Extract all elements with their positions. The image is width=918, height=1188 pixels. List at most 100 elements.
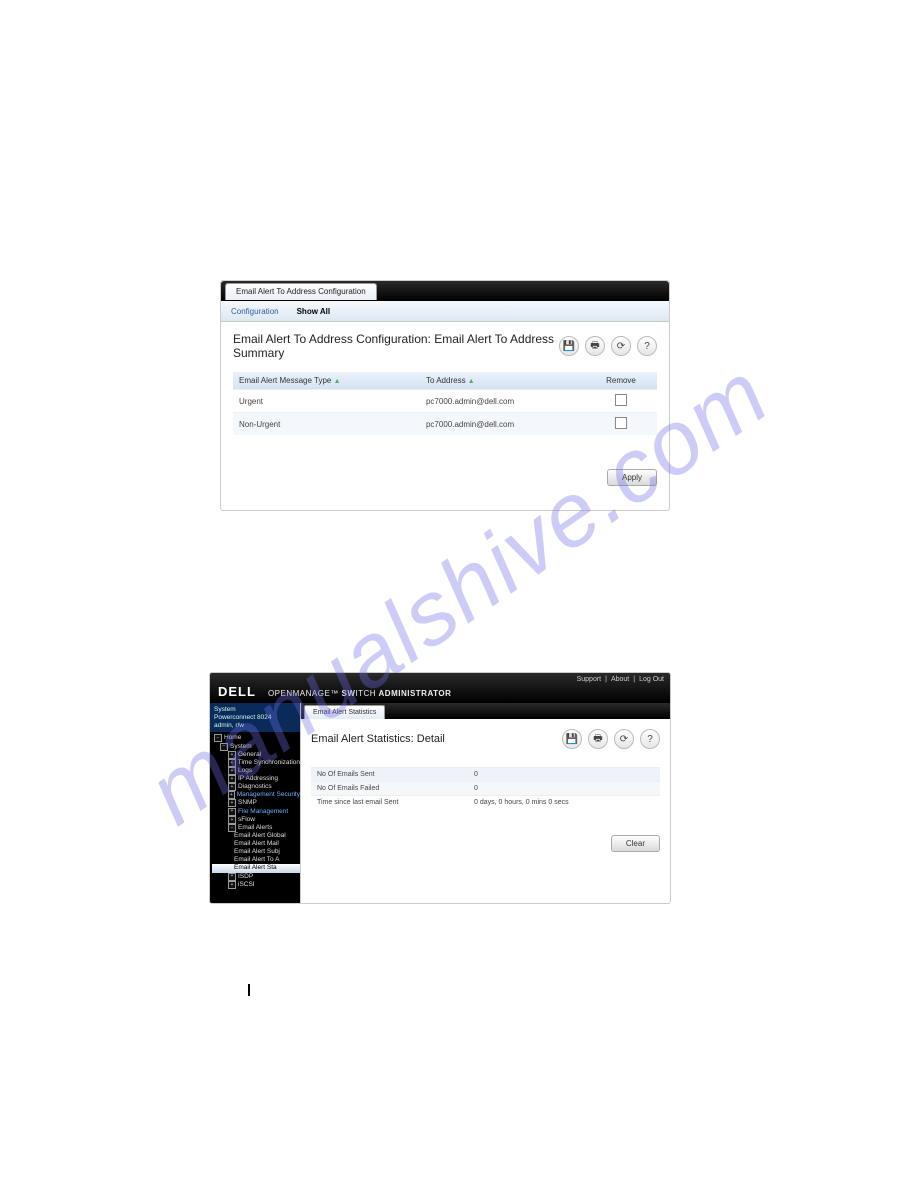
- tab-email-alert-statistics[interactable]: Email Alert Statistics: [304, 705, 385, 719]
- address-summary-table: Email Alert Message Type ▲ To Address ▲ …: [233, 372, 657, 435]
- nav-item-email-alert-subj[interactable]: Email Alert Subj: [212, 848, 300, 856]
- plus-icon[interactable]: +: [228, 816, 236, 824]
- table-row: No Of Emails Sent 0: [311, 768, 660, 782]
- stat-val: 0: [468, 768, 660, 782]
- apply-button[interactable]: Apply: [607, 469, 657, 486]
- nav-item-label: iSCSI: [238, 881, 255, 889]
- nav-item-sflow[interactable]: +sFlow: [212, 816, 300, 824]
- plus-icon[interactable]: +: [228, 791, 235, 799]
- save-icon[interactable]: 💾: [559, 336, 579, 356]
- nav-item-email-alert-global[interactable]: Email Alert Global: [212, 832, 300, 840]
- refresh-icon[interactable]: ⟳: [614, 729, 634, 749]
- sysinfo-line: System: [214, 706, 296, 714]
- nav-item-email-alert-mail[interactable]: Email Alert Mail: [212, 840, 300, 848]
- plus-icon[interactable]: +: [228, 881, 236, 889]
- subtab-configuration[interactable]: Configuration: [231, 307, 279, 316]
- sort-icon: ▲: [468, 378, 475, 385]
- sort-icon: ▲: [334, 378, 341, 385]
- nav-item-logs[interactable]: +Logs: [212, 767, 300, 775]
- sysinfo-line: admin, r/w: [214, 722, 296, 730]
- panel1-tabbar: Email Alert To Address Configuration: [221, 281, 669, 301]
- print-icon[interactable]: 🖶: [588, 729, 608, 749]
- cell-to: pc7000.admin@dell.com: [420, 390, 585, 413]
- minus-icon[interactable]: −: [220, 743, 228, 751]
- nav-item-diagnostics[interactable]: +Diagnostics: [212, 783, 300, 791]
- col-to-address[interactable]: To Address ▲: [420, 372, 585, 390]
- prod-itch: ITCH: [355, 689, 376, 698]
- plus-icon[interactable]: +: [228, 767, 236, 775]
- link-support[interactable]: Support: [577, 676, 602, 683]
- plus-icon[interactable]: +: [228, 799, 236, 807]
- print-icon[interactable]: 🖶: [585, 336, 605, 356]
- plus-icon[interactable]: +: [228, 808, 236, 816]
- clear-button[interactable]: Clear: [611, 835, 660, 852]
- stat-key: Time since last email Sent: [311, 796, 468, 810]
- tab-email-alert-address-config[interactable]: Email Alert To Address Configuration: [225, 283, 377, 300]
- nav-item-label: ISDP: [238, 873, 253, 881]
- email-alert-address-panel: Email Alert To Address Configuration Con…: [220, 280, 670, 511]
- nav-item-label: Management Security: [237, 791, 300, 799]
- cell-to: pc7000.admin@dell.com: [420, 413, 585, 436]
- nav-item-label: Email Alert Global: [234, 832, 286, 840]
- nav-item-general[interactable]: +General: [212, 751, 300, 759]
- product-name: OPENMANAGE™ SWITCH ADMINISTRATOR: [268, 689, 451, 698]
- cell-type: Non-Urgent: [233, 413, 420, 436]
- nav-item-home[interactable]: −Home: [212, 734, 300, 742]
- link-logout[interactable]: Log Out: [639, 676, 664, 683]
- page-number-mark: [248, 984, 250, 996]
- nav-item-label: Home: [224, 734, 241, 742]
- help-icon[interactable]: ?: [640, 729, 660, 749]
- nav-item-isdp[interactable]: +ISDP: [212, 873, 300, 881]
- table-row: Time since last email Sent 0 days, 0 hou…: [311, 796, 660, 810]
- stat-key: No Of Emails Failed: [311, 782, 468, 796]
- nav-item-label: Email Alerts: [238, 824, 272, 832]
- nav-item-time-synchronization[interactable]: +Time Synchronization: [212, 759, 300, 767]
- nav-item-email-alert-sta[interactable]: Email Alert Sta: [212, 864, 300, 872]
- nav-item-label: Email Alert To A: [234, 856, 279, 864]
- nav-item-email-alerts[interactable]: −Email Alerts: [212, 824, 300, 832]
- nav-sidebar: System Powerconnect 8024 admin, r/w −Hom…: [210, 703, 300, 903]
- refresh-icon[interactable]: ⟳: [611, 336, 631, 356]
- minus-icon[interactable]: −: [228, 824, 236, 832]
- prod-prefix: OPENMANAGE™: [268, 689, 342, 698]
- minus-icon[interactable]: −: [214, 734, 222, 742]
- nav-item-label: IP Addressing: [238, 775, 278, 783]
- panel1-title: Email Alert To Address Configuration: Em…: [233, 332, 559, 360]
- nav-item-system[interactable]: −System: [212, 743, 300, 751]
- prod-sw: SW: [342, 689, 356, 698]
- col-message-type[interactable]: Email Alert Message Type ▲: [233, 372, 420, 390]
- nav-item-email-alert-to-a[interactable]: Email Alert To A: [212, 856, 300, 864]
- sysinfo-line: Powerconnect 8024: [214, 714, 296, 722]
- stat-val: 0: [468, 782, 660, 796]
- nav-item-label: Email Alert Mail: [234, 840, 279, 848]
- remove-checkbox[interactable]: [615, 417, 627, 429]
- nav-item-ip-addressing[interactable]: +IP Addressing: [212, 775, 300, 783]
- link-about[interactable]: About: [611, 676, 629, 683]
- plus-icon[interactable]: +: [228, 759, 236, 767]
- plus-icon[interactable]: +: [228, 873, 236, 881]
- plus-icon[interactable]: +: [228, 783, 236, 791]
- nav-item-label: Logs: [238, 767, 252, 775]
- system-info: System Powerconnect 8024 admin, r/w: [210, 703, 300, 732]
- app-header: Support| About| Log Out DELL OPENMANAGE™…: [210, 673, 670, 703]
- help-icon[interactable]: ?: [637, 336, 657, 356]
- plus-icon[interactable]: +: [228, 751, 236, 759]
- stat-key: No Of Emails Sent: [311, 768, 468, 782]
- table-row: Non-Urgent pc7000.admin@dell.com: [233, 413, 657, 436]
- save-icon[interactable]: 💾: [562, 729, 582, 749]
- col-remove: Remove: [585, 372, 657, 390]
- nav-item-label: sFlow: [238, 816, 255, 824]
- nav-item-snmp[interactable]: +SNMP: [212, 799, 300, 807]
- nav-item-management-security[interactable]: +Management Security: [212, 791, 300, 799]
- stat-val: 0 days, 0 hours, 0 mins 0 secs: [468, 796, 660, 810]
- panel2-tabbar: Email Alert Statistics: [301, 703, 670, 719]
- plus-icon[interactable]: +: [228, 775, 236, 783]
- nav-item-iscsi[interactable]: +iSCSI: [212, 881, 300, 889]
- nav-item-label: General: [238, 751, 261, 759]
- table-row: Urgent pc7000.admin@dell.com: [233, 390, 657, 413]
- nav-item-file-management[interactable]: +File Management: [212, 808, 300, 816]
- subtab-show-all[interactable]: Show All: [297, 307, 330, 316]
- remove-checkbox[interactable]: [615, 394, 627, 406]
- nav-item-label: System: [230, 743, 252, 751]
- panel2-title: Email Alert Statistics: Detail: [311, 733, 445, 745]
